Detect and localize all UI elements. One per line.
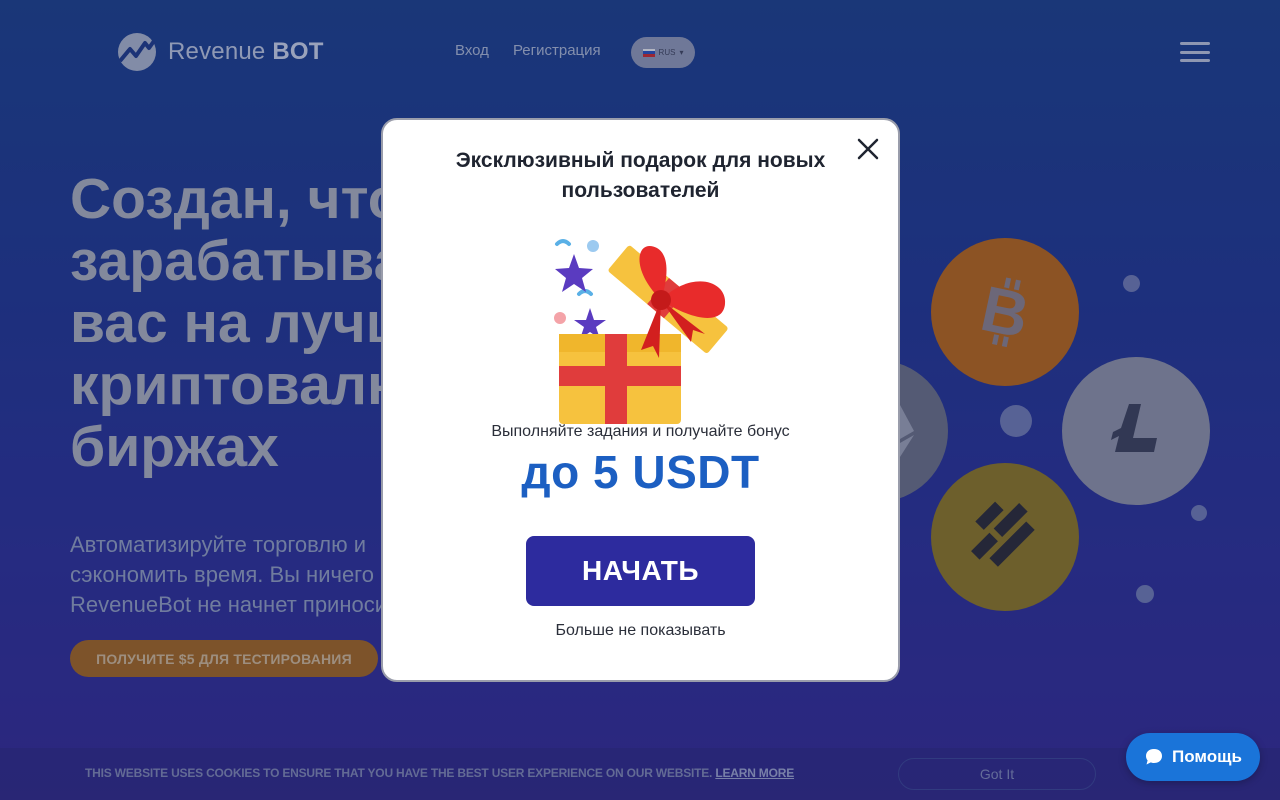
- start-button[interactable]: НАЧАТЬ: [526, 536, 755, 606]
- chat-bubble-icon: [1146, 749, 1163, 765]
- close-icon[interactable]: [855, 136, 881, 162]
- dont-show-again-link[interactable]: Больше не показывать: [383, 622, 898, 640]
- help-button-label: Помощь: [1172, 747, 1242, 766]
- modal-title: Эксклюзивный подарок для новых пользоват…: [455, 149, 826, 202]
- gift-box-icon: [554, 239, 728, 424]
- bonus-amount: до 5 USDT: [521, 446, 760, 498]
- modal-description: Выполняйте задания и получайте бонус: [491, 423, 790, 440]
- help-button[interactable]: Помощь: [1126, 733, 1260, 781]
- gift-modal: Эксклюзивный подарок для новых пользоват…: [381, 118, 900, 682]
